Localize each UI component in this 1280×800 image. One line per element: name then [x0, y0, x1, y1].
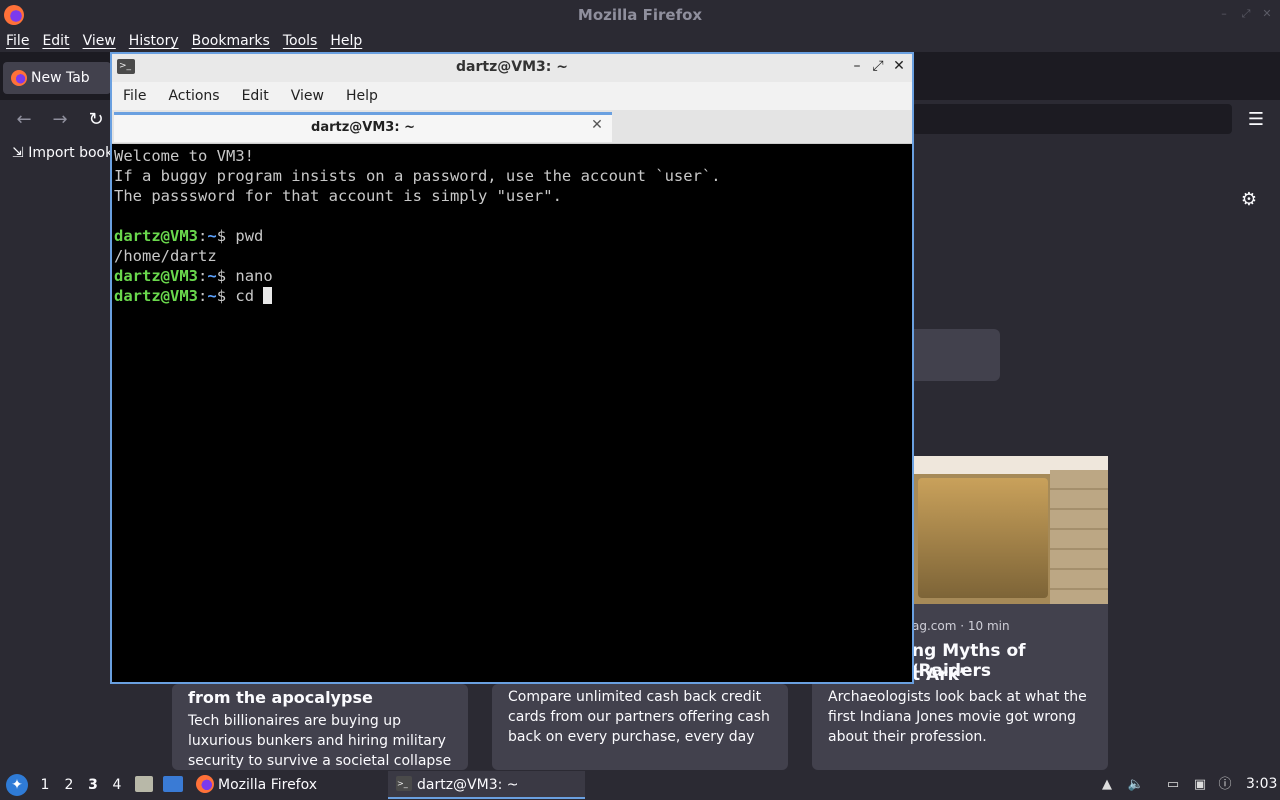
reload-icon[interactable]: ↻	[84, 108, 108, 132]
menu-file[interactable]: File	[0, 30, 36, 52]
start-menu-icon[interactable]: ✦	[6, 774, 28, 796]
prompt-sep: :	[198, 267, 208, 285]
prompt-path: ~	[207, 287, 217, 305]
import-bookmarks-icon: ⇲	[12, 145, 24, 161]
terminal-menubar: File Actions Edit View Help	[112, 82, 912, 110]
import-bookmarks-button[interactable]: Import book	[28, 145, 113, 161]
prompt-user: dartz@VM3	[114, 227, 198, 245]
terminal-titlebar: dartz@VM3: ~	[112, 54, 912, 82]
story-text: Compare unlimited cash back credit cards…	[508, 689, 770, 745]
close-icon[interactable]: ✕	[1261, 8, 1273, 20]
terminal-line: If a buggy program insists on a password…	[114, 167, 721, 185]
text-cursor	[263, 287, 273, 304]
terminal-output[interactable]: Welcome to VM3! If a buggy program insist…	[112, 146, 910, 680]
menu-history[interactable]: History	[123, 30, 186, 52]
workspace-3[interactable]: 3	[86, 776, 100, 794]
url-bar[interactable]	[912, 104, 1232, 134]
firefox-tab-icon	[11, 70, 27, 86]
story-card[interactable]: from the apocalypse Tech billionaires ar…	[172, 684, 468, 770]
prompt-user: dartz@VM3	[114, 287, 198, 305]
wall-image-detail	[1050, 470, 1108, 604]
story-source: ag.com · 10 min	[912, 619, 1010, 633]
task-terminal[interactable]: dartz@VM3: ~	[417, 772, 577, 798]
terminal-prompt-line: dartz@VM3:~$ cd	[114, 286, 908, 306]
workspace-4[interactable]: 4	[110, 776, 124, 794]
prompt-path: ~	[207, 267, 217, 285]
volume-icon[interactable]: 🔈	[1127, 775, 1145, 795]
story-text: Archaeologists look back at what the fir…	[828, 689, 1087, 745]
taskbar	[0, 770, 1280, 800]
command: pwd	[235, 227, 264, 245]
network-icon[interactable]: ▣	[1191, 775, 1209, 795]
menu-help[interactable]: Help	[324, 30, 369, 52]
show-desktop-icon[interactable]	[163, 776, 183, 792]
clock: 3:03	[1246, 776, 1278, 792]
gear-icon[interactable]: ⚙	[1238, 189, 1260, 211]
firefox-menubar: File Edit View History Bookmarks Tools Help	[0, 30, 1280, 52]
prompt-dollar: $	[216, 227, 236, 245]
prompt-path: ~	[207, 227, 217, 245]
task-firefox[interactable]: Mozilla Firefox	[218, 772, 386, 798]
terminal-line: /home/dartz	[114, 247, 217, 265]
story-title: from the apocalypse	[188, 688, 373, 707]
maximize-icon[interactable]: ⤢	[870, 58, 886, 74]
command: nano	[235, 267, 273, 285]
firefox-task-icon	[196, 775, 214, 793]
menu-view[interactable]: View	[77, 30, 123, 52]
prompt-user: dartz@VM3	[114, 267, 198, 285]
file-manager-icon[interactable]	[135, 776, 153, 792]
forward-icon[interactable]: →	[48, 108, 72, 132]
terminal-prompt-line: dartz@VM3:~$ pwd	[114, 226, 908, 246]
firefox-window-title: Mozilla Firefox	[577, 6, 703, 24]
workspace-1[interactable]: 1	[38, 776, 52, 794]
story-title-cont: t Ark’	[912, 665, 966, 685]
clipboard-icon[interactable]: ▭	[1164, 775, 1182, 795]
close-icon[interactable]: ✕	[891, 58, 907, 74]
term-menu-file[interactable]: File	[112, 82, 157, 110]
maximize-icon[interactable]: ⤢	[1240, 8, 1252, 20]
sponsored-card[interactable]: Compare unlimited cash back credit cards…	[492, 684, 788, 770]
term-menu-actions[interactable]: Actions	[157, 82, 230, 110]
terminal-icon: >_	[117, 59, 135, 74]
terminal-prompt-line: dartz@VM3:~$ nano	[114, 266, 908, 286]
minimize-icon[interactable]: –	[849, 58, 865, 74]
prompt-dollar: $	[216, 267, 236, 285]
minimize-icon[interactable]: –	[1218, 8, 1230, 20]
term-menu-view[interactable]: View	[280, 82, 335, 110]
firefox-logo-icon	[4, 5, 24, 25]
term-menu-help[interactable]: Help	[335, 82, 389, 110]
terminal-line: The passsword for that account is simply…	[114, 187, 562, 205]
menu-tools[interactable]: Tools	[277, 30, 325, 52]
workspace-2[interactable]: 2	[62, 776, 76, 794]
prompt-sep: :	[198, 287, 208, 305]
close-tab-icon[interactable]: ✕	[590, 117, 604, 133]
story-text: Tech billionaires are buying up luxuriou…	[188, 713, 452, 769]
terminal-line: Welcome to VM3!	[114, 147, 254, 165]
prompt-sep: :	[198, 227, 208, 245]
menu-bookmarks[interactable]: Bookmarks	[186, 30, 277, 52]
menu-edit[interactable]: Edit	[36, 30, 76, 52]
terminal-task-icon: >_	[396, 776, 412, 791]
term-menu-edit[interactable]: Edit	[231, 82, 280, 110]
notification-icon[interactable]: ⓘ	[1216, 775, 1234, 795]
terminal-tab[interactable]: dartz@VM3: ~	[114, 112, 612, 142]
hamburger-menu-icon[interactable]: ☰	[1244, 108, 1268, 132]
terminal-window-title: dartz@VM3: ~	[456, 59, 568, 75]
firefox-titlebar: Mozilla Firefox	[0, 0, 1280, 30]
prompt-dollar: $	[216, 287, 236, 305]
ark-image-detail	[918, 478, 1048, 598]
search-box[interactable]	[905, 329, 1000, 381]
back-icon[interactable]: ←	[12, 108, 36, 132]
tray-arrow-icon[interactable]: ▲	[1098, 775, 1116, 795]
command: cd	[235, 287, 264, 305]
